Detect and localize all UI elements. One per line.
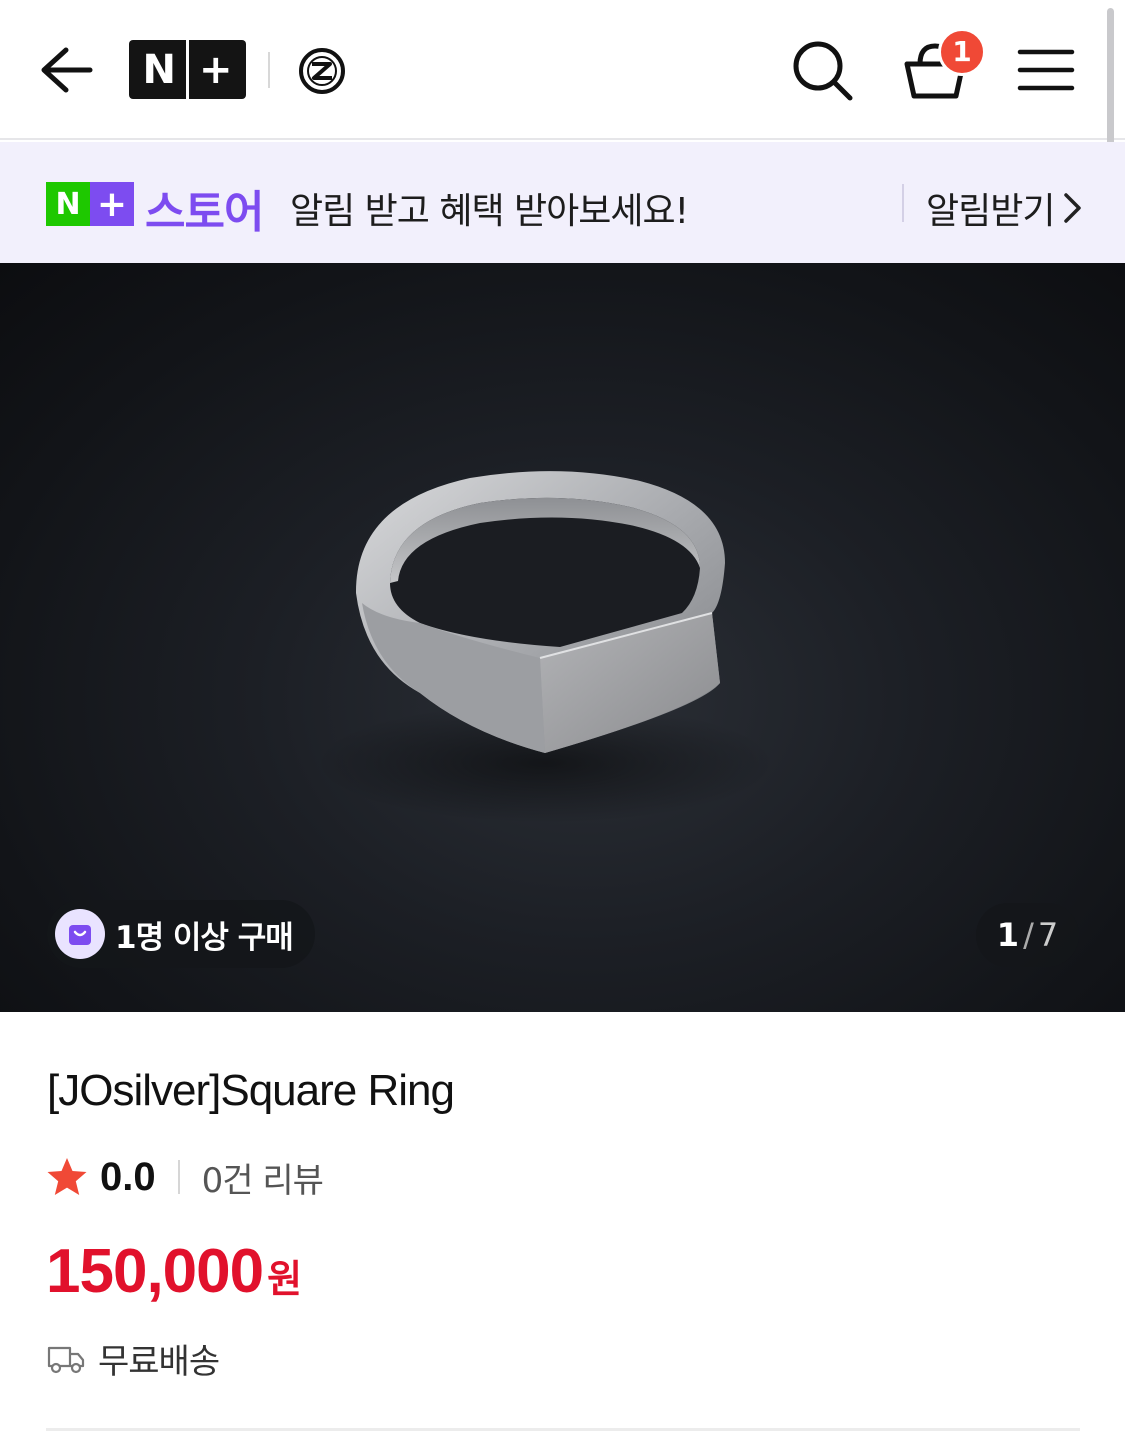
search-button[interactable] [790, 38, 856, 104]
image-total-count: 7 [1037, 916, 1059, 954]
rating-divider [177, 1160, 180, 1194]
nplus-store-logo: N + [46, 182, 134, 226]
star-icon [47, 1158, 87, 1195]
subscribe-alert-button[interactable]: 알림받기 [926, 182, 1084, 234]
review-count-link[interactable]: 0건 리뷰 [202, 1153, 324, 1202]
cart-count-badge: 1 [938, 28, 986, 76]
price-currency: 원 [267, 1257, 303, 1301]
truck-icon [47, 1346, 85, 1373]
shipping-label: 무료배송 [98, 1342, 220, 1382]
brand-logo-icon[interactable] [297, 46, 347, 96]
naver-plus-logo[interactable]: N + [129, 40, 246, 99]
header-divider [268, 52, 270, 88]
promo-logo-plus: + [90, 182, 134, 226]
buyer-count-chip: 1명 이상 구매 [47, 900, 315, 968]
price-row: 150,000 원 [46, 1236, 302, 1307]
image-current-index: 1 [996, 916, 1020, 954]
product-title: [JOsilver]Square Ring [47, 1066, 455, 1115]
search-icon [793, 41, 853, 101]
section-divider [46, 1428, 1080, 1431]
promo-message: 알림 받고 혜택 받아보세요! [290, 191, 689, 232]
buyer-count-label: 1명 이상 구매 [115, 919, 294, 956]
notification-promo-banner[interactable]: N + 스토어 알림 받고 혜택 받아보세요! 알림받기 [0, 142, 1125, 263]
shopping-bag-icon [55, 909, 105, 959]
rating-row[interactable]: 0.0 0건 리뷰 [46, 1152, 324, 1202]
image-counter-separator: / [1023, 916, 1034, 954]
logo-separator [185, 40, 189, 99]
top-header: N + 1 [0, 0, 1125, 140]
logo-plus: + [198, 46, 233, 93]
menu-button[interactable] [1016, 46, 1076, 94]
promo-logo-n: N [46, 182, 90, 226]
subscribe-alert-label: 알림받기 [926, 191, 1055, 232]
logo-n: N [142, 46, 176, 93]
rating-score: 0.0 [100, 1154, 156, 1199]
product-image-gallery[interactable]: 1명 이상 구매 1 / 7 [0, 263, 1125, 1012]
promo-store-label: 스토어 [145, 187, 264, 238]
product-price: 150,000 [46, 1237, 264, 1306]
image-page-counter: 1 / 7 [976, 903, 1079, 967]
back-arrow-icon [41, 47, 93, 93]
chevron-right-icon [1064, 193, 1082, 223]
menu-icon [1017, 49, 1075, 91]
promo-divider [902, 184, 904, 222]
shipping-info: 무료배송 [46, 1334, 220, 1383]
back-button[interactable] [38, 42, 96, 98]
